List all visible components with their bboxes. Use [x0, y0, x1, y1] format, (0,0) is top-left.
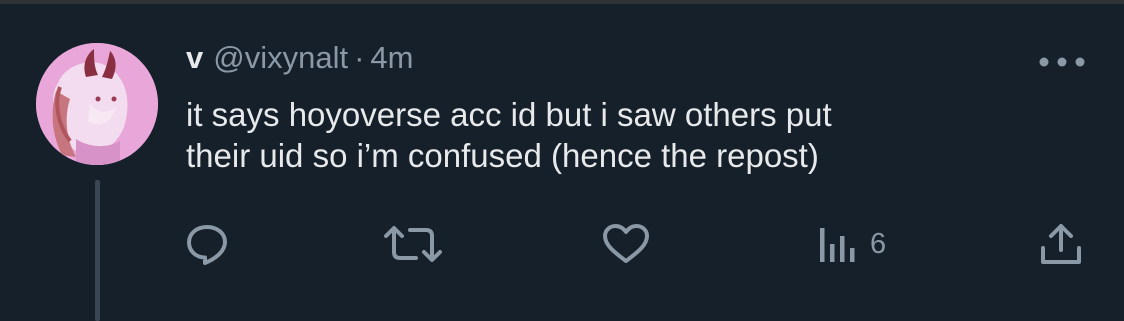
tweet-header: v @vixynalt · 4m: [186, 40, 414, 86]
views-button[interactable]: 6: [818, 222, 886, 266]
tweet-text-line-2: their uid so i’m confused (hence the rep…: [186, 137, 819, 174]
share-icon: [1041, 224, 1081, 264]
tweet-text-line-1: it says hoyoverse acc id but i saw other…: [186, 96, 832, 133]
user-handle[interactable]: @vixynalt: [213, 40, 348, 76]
top-divider: [0, 0, 1124, 4]
reply-button[interactable]: [184, 222, 230, 266]
views-count: 6: [870, 227, 887, 260]
more-dots-icon: [1039, 57, 1085, 67]
views-chart-icon: [820, 228, 855, 262]
reply-icon: [187, 225, 227, 265]
timestamp[interactable]: 4m: [370, 40, 413, 76]
retweet-icon: [384, 226, 442, 262]
tweet-text: it says hoyoverse acc id but i saw other…: [186, 94, 1086, 176]
like-button[interactable]: [600, 222, 652, 266]
retweet-button[interactable]: [382, 222, 444, 266]
heart-icon: [603, 224, 649, 263]
thread-connector-line: [95, 180, 100, 321]
share-button[interactable]: [1038, 222, 1084, 266]
separator-dot: ·: [354, 40, 365, 75]
avatar-image: [36, 43, 158, 165]
avatar[interactable]: [36, 43, 158, 165]
more-options-button[interactable]: [1034, 48, 1090, 76]
display-name[interactable]: v: [186, 40, 203, 76]
